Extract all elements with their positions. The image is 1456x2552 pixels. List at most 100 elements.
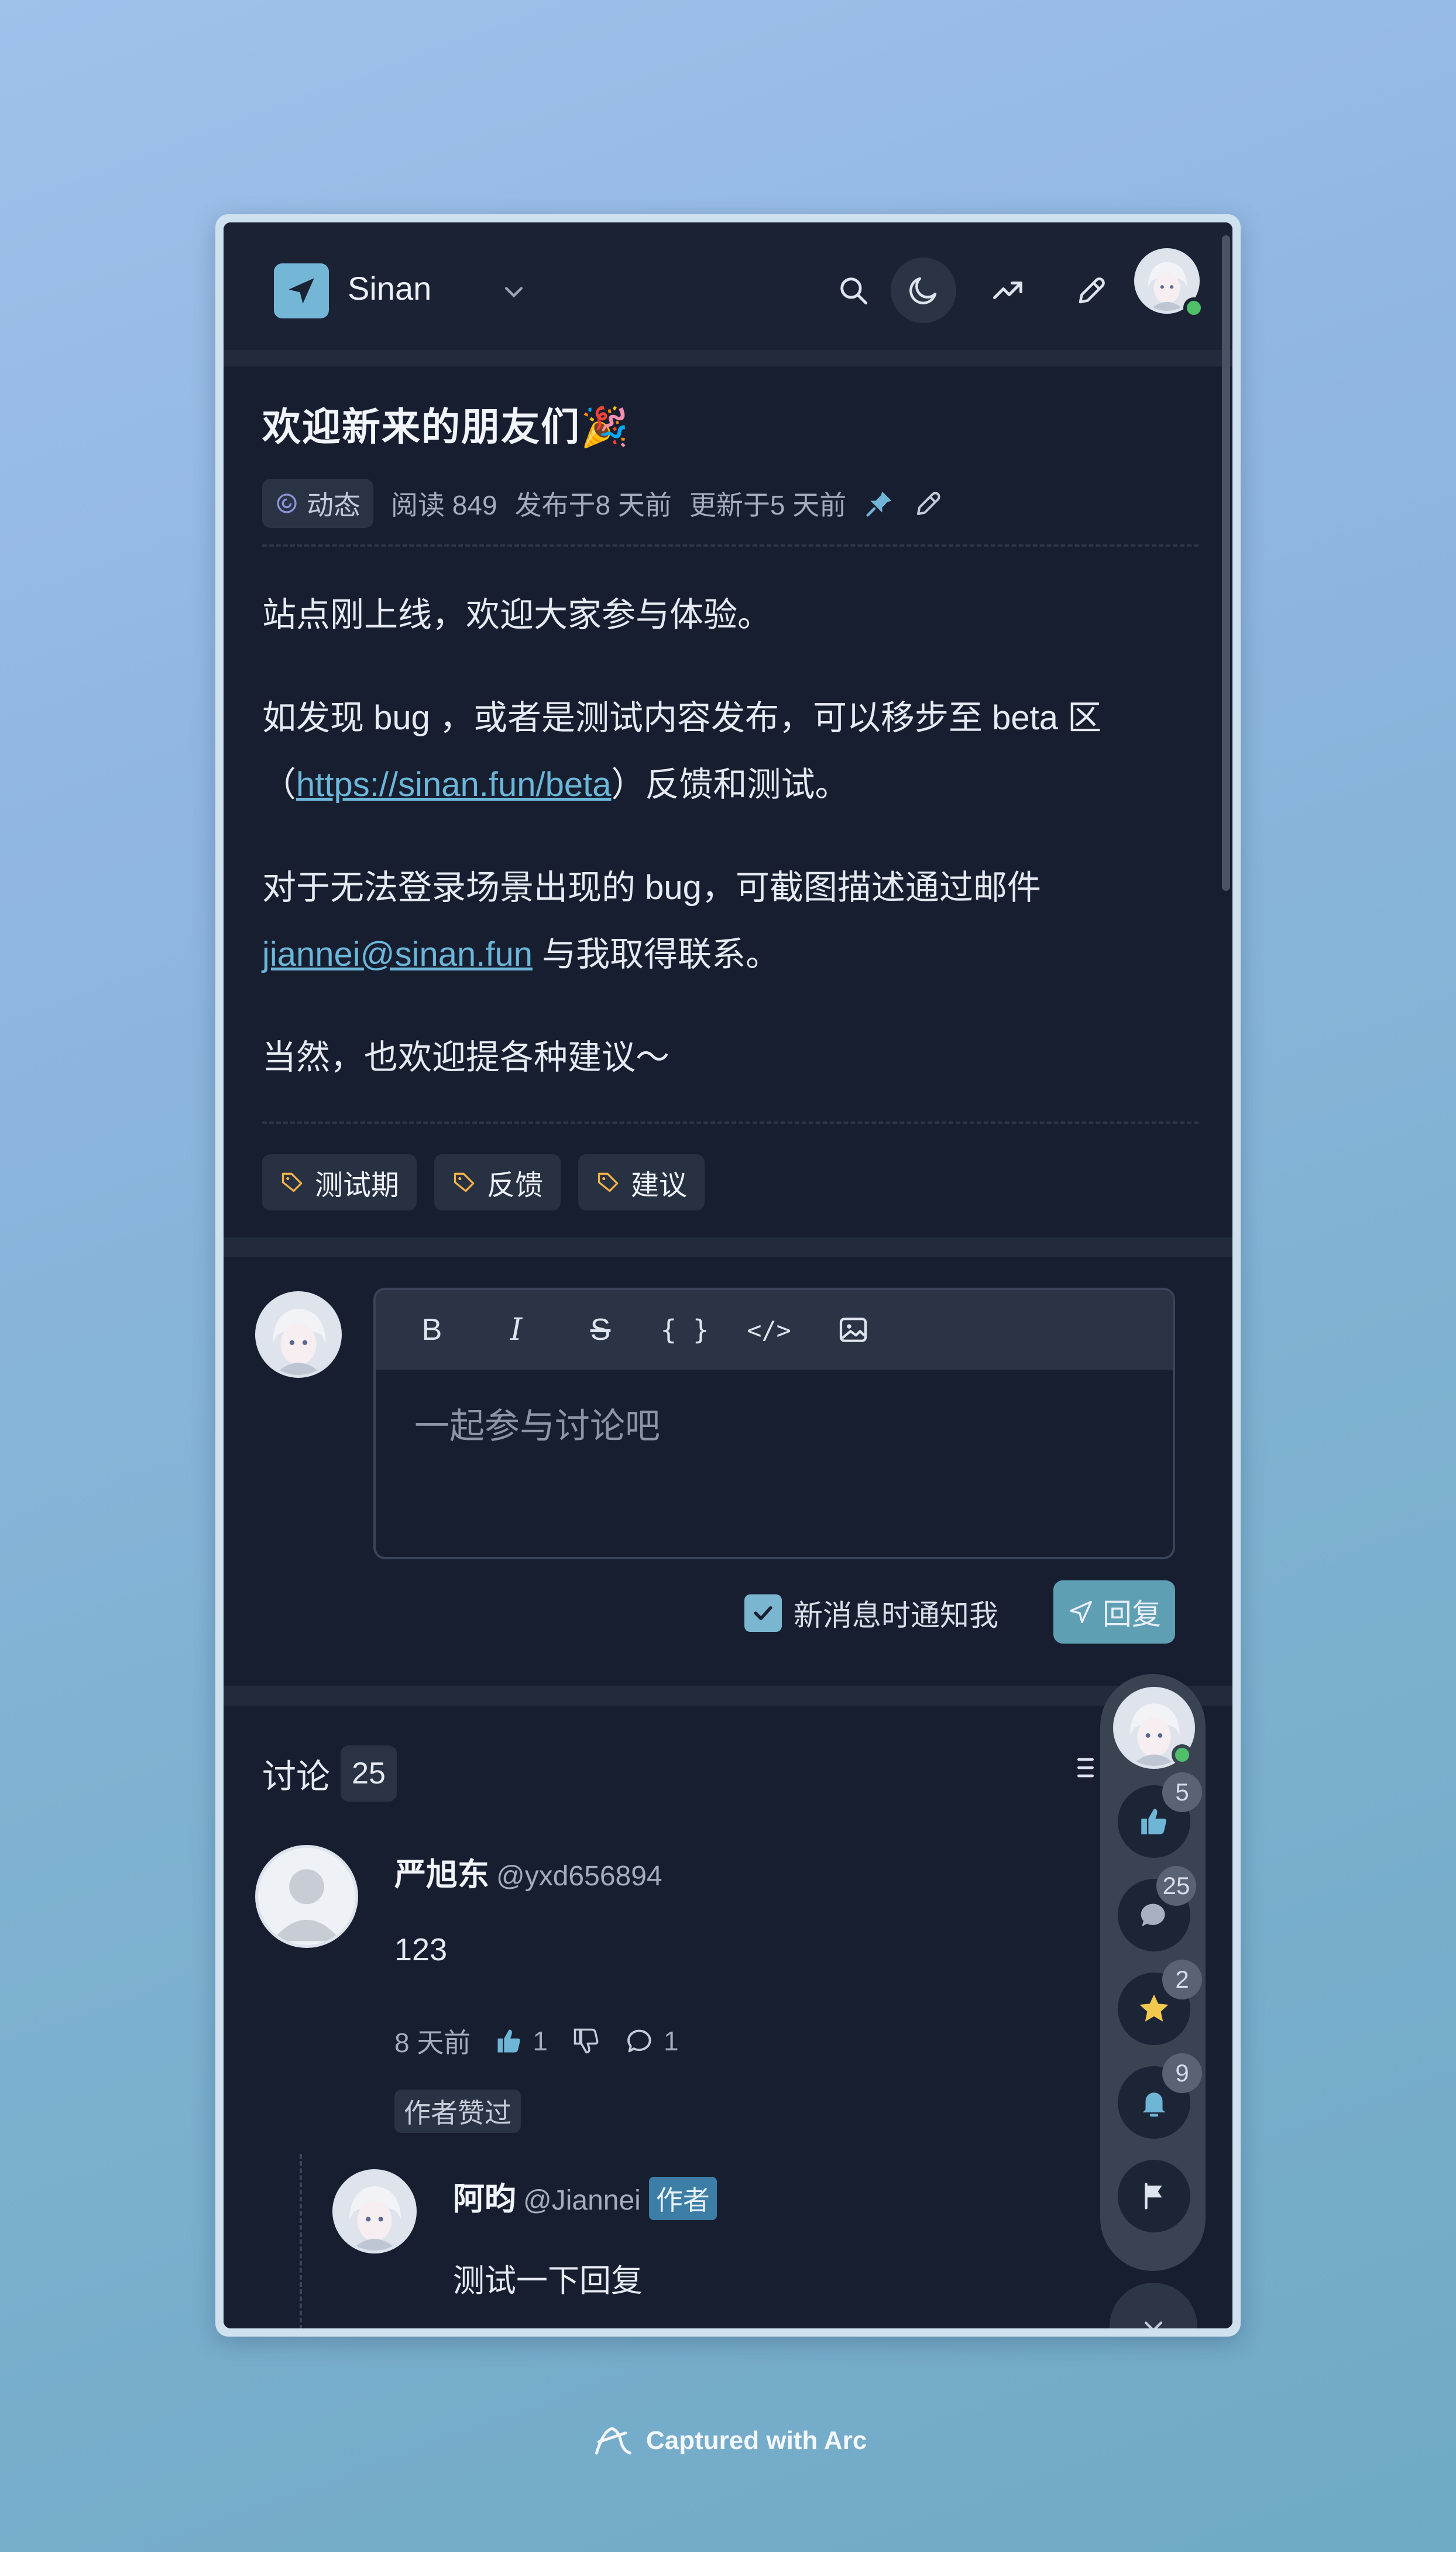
site-logo[interactable] bbox=[274, 263, 329, 318]
rail-star-count: 2 bbox=[1162, 1960, 1202, 1999]
comment-body: 123 bbox=[394, 1932, 448, 1967]
comment-author-handle: @yxd656894 bbox=[496, 1861, 662, 1892]
published-time: 发布于8 天前 bbox=[514, 490, 672, 520]
tag-feedback[interactable]: 反馈 bbox=[434, 1154, 561, 1210]
italic-button[interactable]: I bbox=[490, 1304, 542, 1356]
updated-time: 更新于5 天前 bbox=[689, 490, 847, 520]
chevron-down-icon[interactable] bbox=[501, 279, 527, 304]
discussion-title: 讨论 bbox=[262, 1758, 331, 1796]
rail-comment-count: 25 bbox=[1156, 1866, 1196, 1906]
moon-icon bbox=[909, 277, 937, 304]
header-divider bbox=[224, 350, 1232, 366]
reply-thread-line bbox=[300, 2154, 302, 2328]
commenter-avatar[interactable] bbox=[255, 1845, 358, 1948]
braces-icon: { } bbox=[660, 1314, 709, 1346]
tag-label: 反馈 bbox=[487, 1170, 544, 1201]
image-icon bbox=[839, 1318, 867, 1342]
tag-testing[interactable]: 测试期 bbox=[262, 1154, 417, 1210]
feed-icon bbox=[277, 493, 297, 513]
write-button[interactable] bbox=[1067, 266, 1117, 315]
post-paragraph-3: 对于无法登录场景出现的 bug，可截图描述通过邮件 jiannei@sinan.… bbox=[262, 855, 1204, 988]
online-status-indicator bbox=[1183, 297, 1204, 318]
tag-icon bbox=[281, 1172, 303, 1192]
dislike-button[interactable] bbox=[571, 2026, 602, 2056]
tag-list: 测试期 反馈 建议 bbox=[262, 1154, 705, 1210]
reply-author[interactable]: 阿昀 @Jiannei 作者 bbox=[453, 2173, 717, 2220]
comment-editor: B I S { } </> 一起参与讨论吧 bbox=[373, 1288, 1175, 1559]
app-window: Sinan 欢迎新来的朋友们🎉 动态 阅读 849 发布于8 天前 更新于5 天… bbox=[224, 222, 1232, 2328]
reply-author-name: 阿昀 bbox=[453, 2181, 516, 2217]
online-status-indicator bbox=[1172, 1744, 1193, 1765]
scroll-down-button[interactable] bbox=[1110, 2283, 1197, 2328]
inline-code-button[interactable]: </> bbox=[743, 1304, 795, 1356]
like-count: 1 bbox=[533, 2026, 548, 2056]
reply-count-button[interactable]: 1 bbox=[625, 2025, 679, 2057]
flag-icon bbox=[1145, 2183, 1162, 2210]
reply-label: 回复 bbox=[1103, 1598, 1161, 1631]
default-avatar-icon bbox=[258, 1848, 355, 1945]
theme-toggle-button[interactable] bbox=[891, 258, 956, 323]
post-paragraph-2: 如发现 bug ，或者是测试内容发布，可以移步至 beta 区 （https:/… bbox=[262, 685, 1204, 818]
arc-logo-icon bbox=[595, 2427, 631, 2455]
reply-button[interactable]: 回复 bbox=[1053, 1580, 1175, 1644]
italic-icon: I bbox=[510, 1312, 523, 1347]
thumbs-up-icon bbox=[497, 2029, 521, 2053]
vertical-scrollbar[interactable] bbox=[1222, 235, 1230, 891]
edit-icon[interactable] bbox=[913, 488, 945, 519]
reply-author-avatar[interactable] bbox=[332, 2169, 417, 2253]
bold-button[interactable]: B bbox=[406, 1304, 458, 1356]
comment-actions: 8 天前 1 1 bbox=[394, 2022, 679, 2060]
check-icon bbox=[754, 1606, 772, 1620]
chevron-down-icon bbox=[1144, 2321, 1163, 2328]
paragraph-3-text: 对于无法登录场景出现的 bug，可截图描述通过邮件 bbox=[262, 869, 1041, 907]
reply-body: 测试一下回复 bbox=[453, 2263, 643, 2299]
discussion-count: 25 bbox=[341, 1745, 397, 1802]
pin-icon[interactable] bbox=[864, 488, 895, 519]
reply-count: 1 bbox=[663, 2026, 679, 2056]
image-button[interactable] bbox=[827, 1304, 879, 1356]
search-icon bbox=[840, 277, 868, 305]
post-title: 欢迎新来的朋友们🎉 bbox=[262, 405, 630, 448]
author-badge: 作者 bbox=[648, 2177, 717, 2220]
site-name[interactable]: Sinan bbox=[348, 269, 431, 307]
tags-divider bbox=[262, 1121, 1199, 1124]
notify-checkbox[interactable] bbox=[744, 1594, 782, 1632]
section-divider bbox=[224, 1686, 1232, 1706]
bold-icon: B bbox=[421, 1313, 442, 1347]
post-meta: 动态 阅读 849 发布于8 天前 更新于5 天前 bbox=[262, 479, 945, 528]
rail-report-button[interactable] bbox=[1118, 2160, 1190, 2232]
strikethrough-button[interactable]: S bbox=[575, 1304, 626, 1356]
beta-link[interactable]: https://sinan.fun/beta bbox=[296, 766, 611, 804]
tag-icon bbox=[597, 1172, 619, 1192]
paragraph-2-text: 如发现 bug ，或者是测试内容发布，可以移步至 beta 区 bbox=[262, 699, 1102, 737]
bell-icon bbox=[1142, 2093, 1166, 2117]
notify-checkbox-row[interactable]: 新消息时通知我 bbox=[744, 1592, 998, 1634]
like-button[interactable]: 1 bbox=[494, 2025, 548, 2057]
tag-suggestion[interactable]: 建议 bbox=[578, 1154, 705, 1210]
reply-author-handle: @Jiannei bbox=[523, 2185, 641, 2216]
trending-button[interactable] bbox=[983, 266, 1032, 315]
floating-action-rail: 5 25 2 9 bbox=[1100, 1674, 1206, 2271]
current-user-avatar[interactable] bbox=[255, 1291, 342, 1378]
tag-label: 测试期 bbox=[315, 1170, 400, 1201]
rail-subscribe-count: 9 bbox=[1162, 2053, 1202, 2093]
code-block-button[interactable]: { } bbox=[659, 1304, 710, 1356]
paragraph-3-tail: 与我取得联系。 bbox=[532, 935, 780, 973]
email-link[interactable]: jiannei@sinan.fun bbox=[262, 935, 533, 973]
post-paragraph-4: 当然，也欢迎提各种建议～ bbox=[262, 1038, 670, 1076]
star-icon bbox=[1139, 1994, 1169, 2022]
comment-author[interactable]: 严旭东 @yxd656894 bbox=[394, 1848, 662, 1895]
search-button[interactable] bbox=[829, 266, 878, 315]
comment-author-name: 严旭东 bbox=[394, 1857, 489, 1892]
section-divider bbox=[224, 1237, 1232, 1257]
pen-icon bbox=[1079, 277, 1105, 304]
meta-divider bbox=[262, 544, 1199, 547]
rail-like-count: 5 bbox=[1162, 1772, 1202, 1812]
tag-label: 建议 bbox=[631, 1170, 688, 1201]
avatar-image bbox=[258, 1294, 339, 1375]
capture-footer: Captured with Arc bbox=[590, 2423, 867, 2458]
thumbs-down-icon bbox=[574, 2028, 599, 2054]
comment-input[interactable]: 一起参与讨论吧 bbox=[414, 1398, 660, 1449]
category-chip[interactable]: 动态 bbox=[262, 479, 373, 528]
trending-icon bbox=[993, 282, 1022, 299]
